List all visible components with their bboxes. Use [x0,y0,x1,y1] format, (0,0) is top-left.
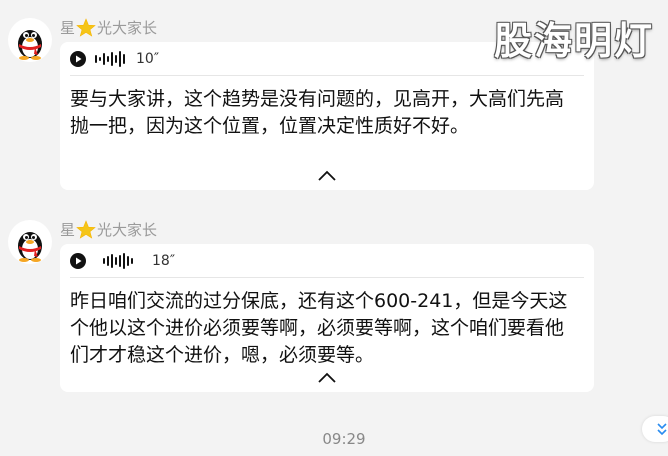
voice-player[interactable]: 10″ [70,50,159,68]
transcript-text: 要与大家讲，这个趋势是没有问题的，见高开，大高们先高抛一把，因为这个位置，位置决… [70,88,565,137]
collapse-chevron-icon[interactable] [317,372,337,384]
play-icon[interactable] [70,51,86,67]
sender-name: 星 光大家长 [60,17,157,38]
scroll-to-bottom-button[interactable] [642,416,668,442]
timestamp: 09:29 [322,430,366,448]
transcript-text: 昨日咱们交流的过分保底，还有这个600-241，但是今天这个他以这个进价必须要等… [70,290,568,366]
star-icon [76,219,96,239]
play-icon[interactable] [70,253,86,269]
divider [70,75,584,76]
divider [70,277,584,278]
sender-suffix: 光大家长 [97,19,158,37]
waveform-icon [103,253,133,269]
sender-prefix: 星 [60,19,76,37]
qq-penguin-avatar[interactable] [8,18,52,62]
qq-penguin-avatar[interactable] [8,220,52,264]
sender-prefix: 星 [60,221,76,239]
collapse-chevron-icon[interactable] [317,170,337,182]
voice-player[interactable]: 18″ [70,252,175,270]
waveform-icon [95,51,125,67]
voice-message-bubble[interactable]: 18″ 昨日咱们交流的过分保底，还有这个600-241，但是今天这个他以这个进价… [60,244,594,392]
star-icon [76,17,96,37]
voice-duration: 18″ [152,253,176,269]
watermark: 股海明灯 [493,19,654,63]
sender-name: 星 光大家长 [60,219,157,240]
sender-suffix: 光大家长 [97,221,158,239]
double-chevron-down-icon [657,423,667,436]
voice-duration: 10″ [136,51,160,67]
